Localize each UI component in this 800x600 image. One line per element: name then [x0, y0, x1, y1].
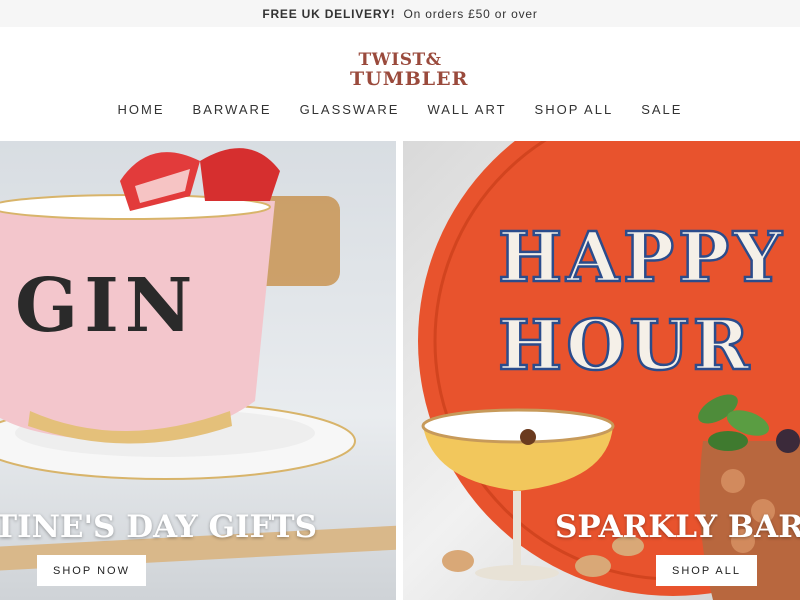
- announcement-text: On orders £50 or over: [403, 6, 538, 21]
- main-nav: HOME BARWARE GLASSWARE WALL ART SHOP ALL…: [0, 102, 800, 122]
- tray-text-happy: HAPPY: [498, 218, 786, 298]
- nav-glassware[interactable]: GLASSWARE: [300, 102, 400, 122]
- announcement-strong: FREE UK DELIVERY!: [262, 6, 396, 21]
- valentines-caption: TINE'S DAY GIFTS: [0, 509, 317, 545]
- hero-panel-barware[interactable]: HAPPY HOUR SPARKLY BARWA SHOP ALL: [403, 141, 800, 600]
- nav-barware[interactable]: BARWARE: [193, 102, 272, 122]
- logo-line-2: TUMBLER: [350, 68, 469, 90]
- sparkly-barware-caption: SPARKLY BARWA: [555, 509, 800, 545]
- nav-sale[interactable]: SALE: [641, 102, 682, 122]
- nav-wall-art[interactable]: WALL ART: [427, 102, 506, 122]
- shop-all-button[interactable]: SHOP ALL: [656, 555, 757, 586]
- gin-cup-text: GIN: [15, 263, 198, 349]
- site-header: TWIST& TUMBLER HOME BARWARE GLASSWARE WA…: [0, 27, 800, 141]
- shop-now-button[interactable]: SHOP NOW: [37, 555, 146, 586]
- nav-home[interactable]: HOME: [118, 102, 165, 122]
- tray-text-hour: HOUR: [498, 306, 753, 386]
- hero-panel-valentines[interactable]: GIN TINE'S DAY GIFTS SHOP NOW: [0, 141, 396, 600]
- nav-shop-all[interactable]: SHOP ALL: [535, 102, 614, 122]
- site-logo[interactable]: TWIST& TUMBLER: [350, 51, 469, 91]
- announcement-bar: FREE UK DELIVERY! On orders £50 or over: [0, 0, 800, 27]
